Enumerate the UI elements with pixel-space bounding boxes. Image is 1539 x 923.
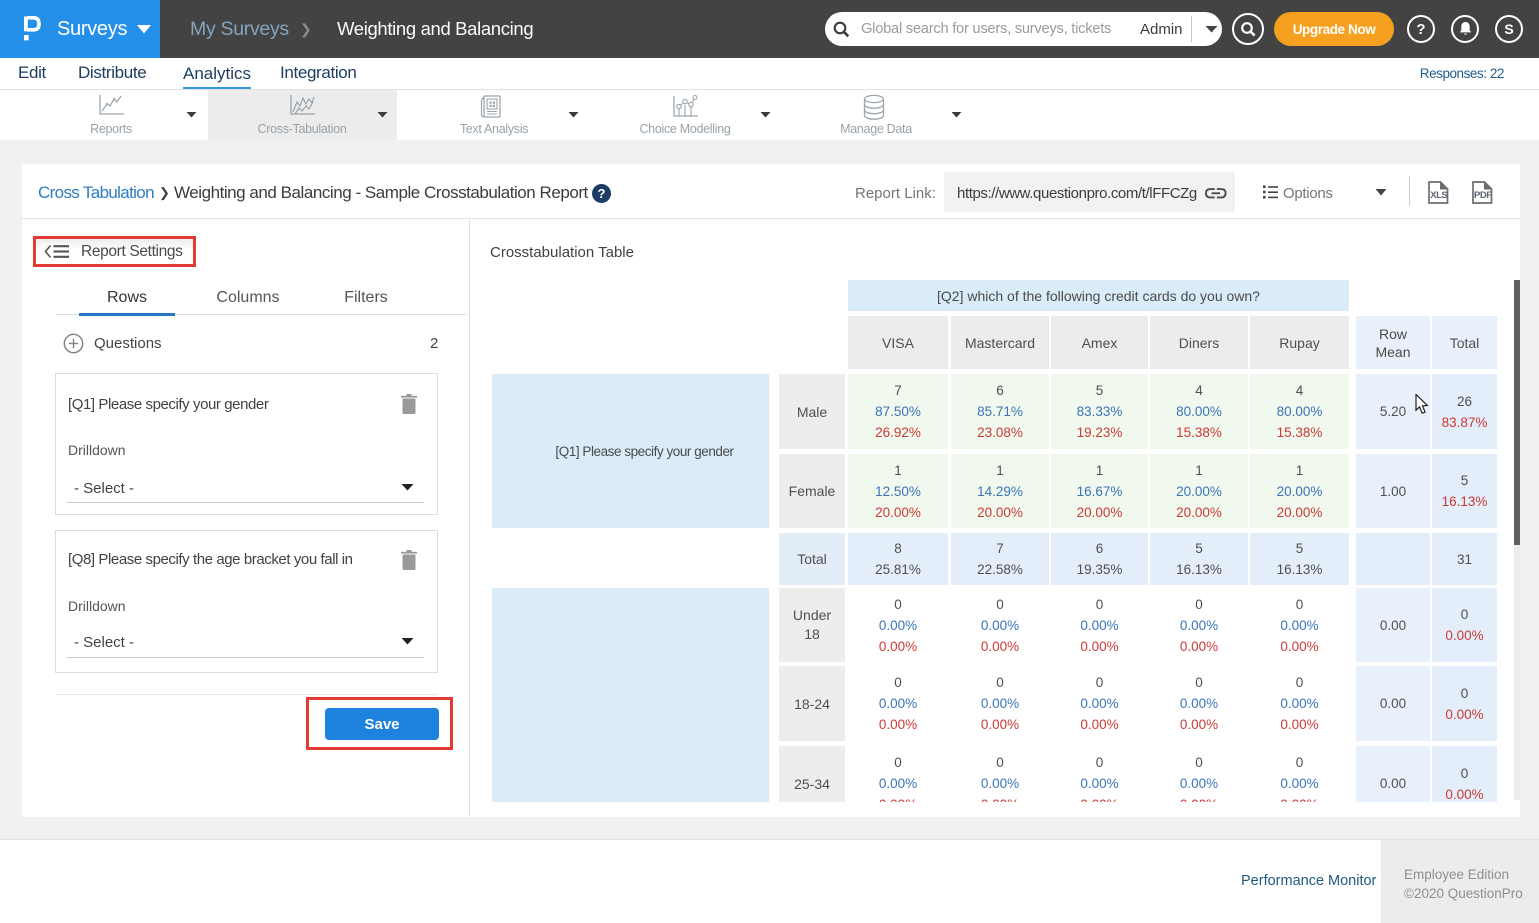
svg-text:XLS: XLS bbox=[1430, 190, 1447, 201]
svg-text:PDF: PDF bbox=[1474, 190, 1492, 201]
